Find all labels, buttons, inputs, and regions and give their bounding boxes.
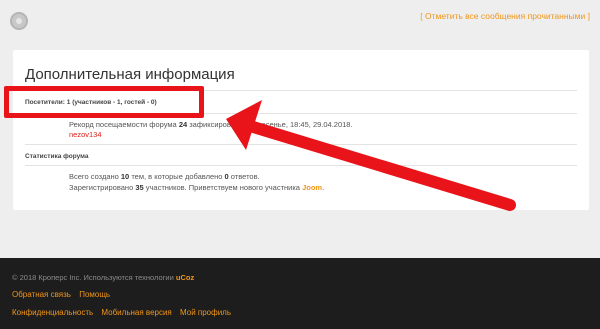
copyright-text: © 2018 Кроперс Inc. Используются техноло… bbox=[12, 273, 176, 282]
footer: © 2018 Кроперс Inc. Используются техноло… bbox=[0, 258, 600, 329]
annotation-arrow-shaft bbox=[244, 120, 516, 211]
ucoz-link[interactable]: uCoz bbox=[176, 273, 194, 282]
copyright: © 2018 Кроперс Inc. Используются техноло… bbox=[12, 273, 194, 282]
mobile-version-link[interactable]: Мобильная версия bbox=[101, 308, 171, 317]
footer-links-row2: Конфиденциальность Мобильная версия Мой … bbox=[12, 308, 237, 317]
my-profile-link[interactable]: Мой профиль bbox=[180, 308, 231, 317]
privacy-link[interactable]: Конфиденциальность bbox=[12, 308, 93, 317]
feedback-link[interactable]: Обратная связь bbox=[12, 290, 71, 299]
help-link[interactable]: Помощь bbox=[79, 290, 110, 299]
footer-links-row1: Обратная связь Помощь bbox=[12, 290, 116, 299]
